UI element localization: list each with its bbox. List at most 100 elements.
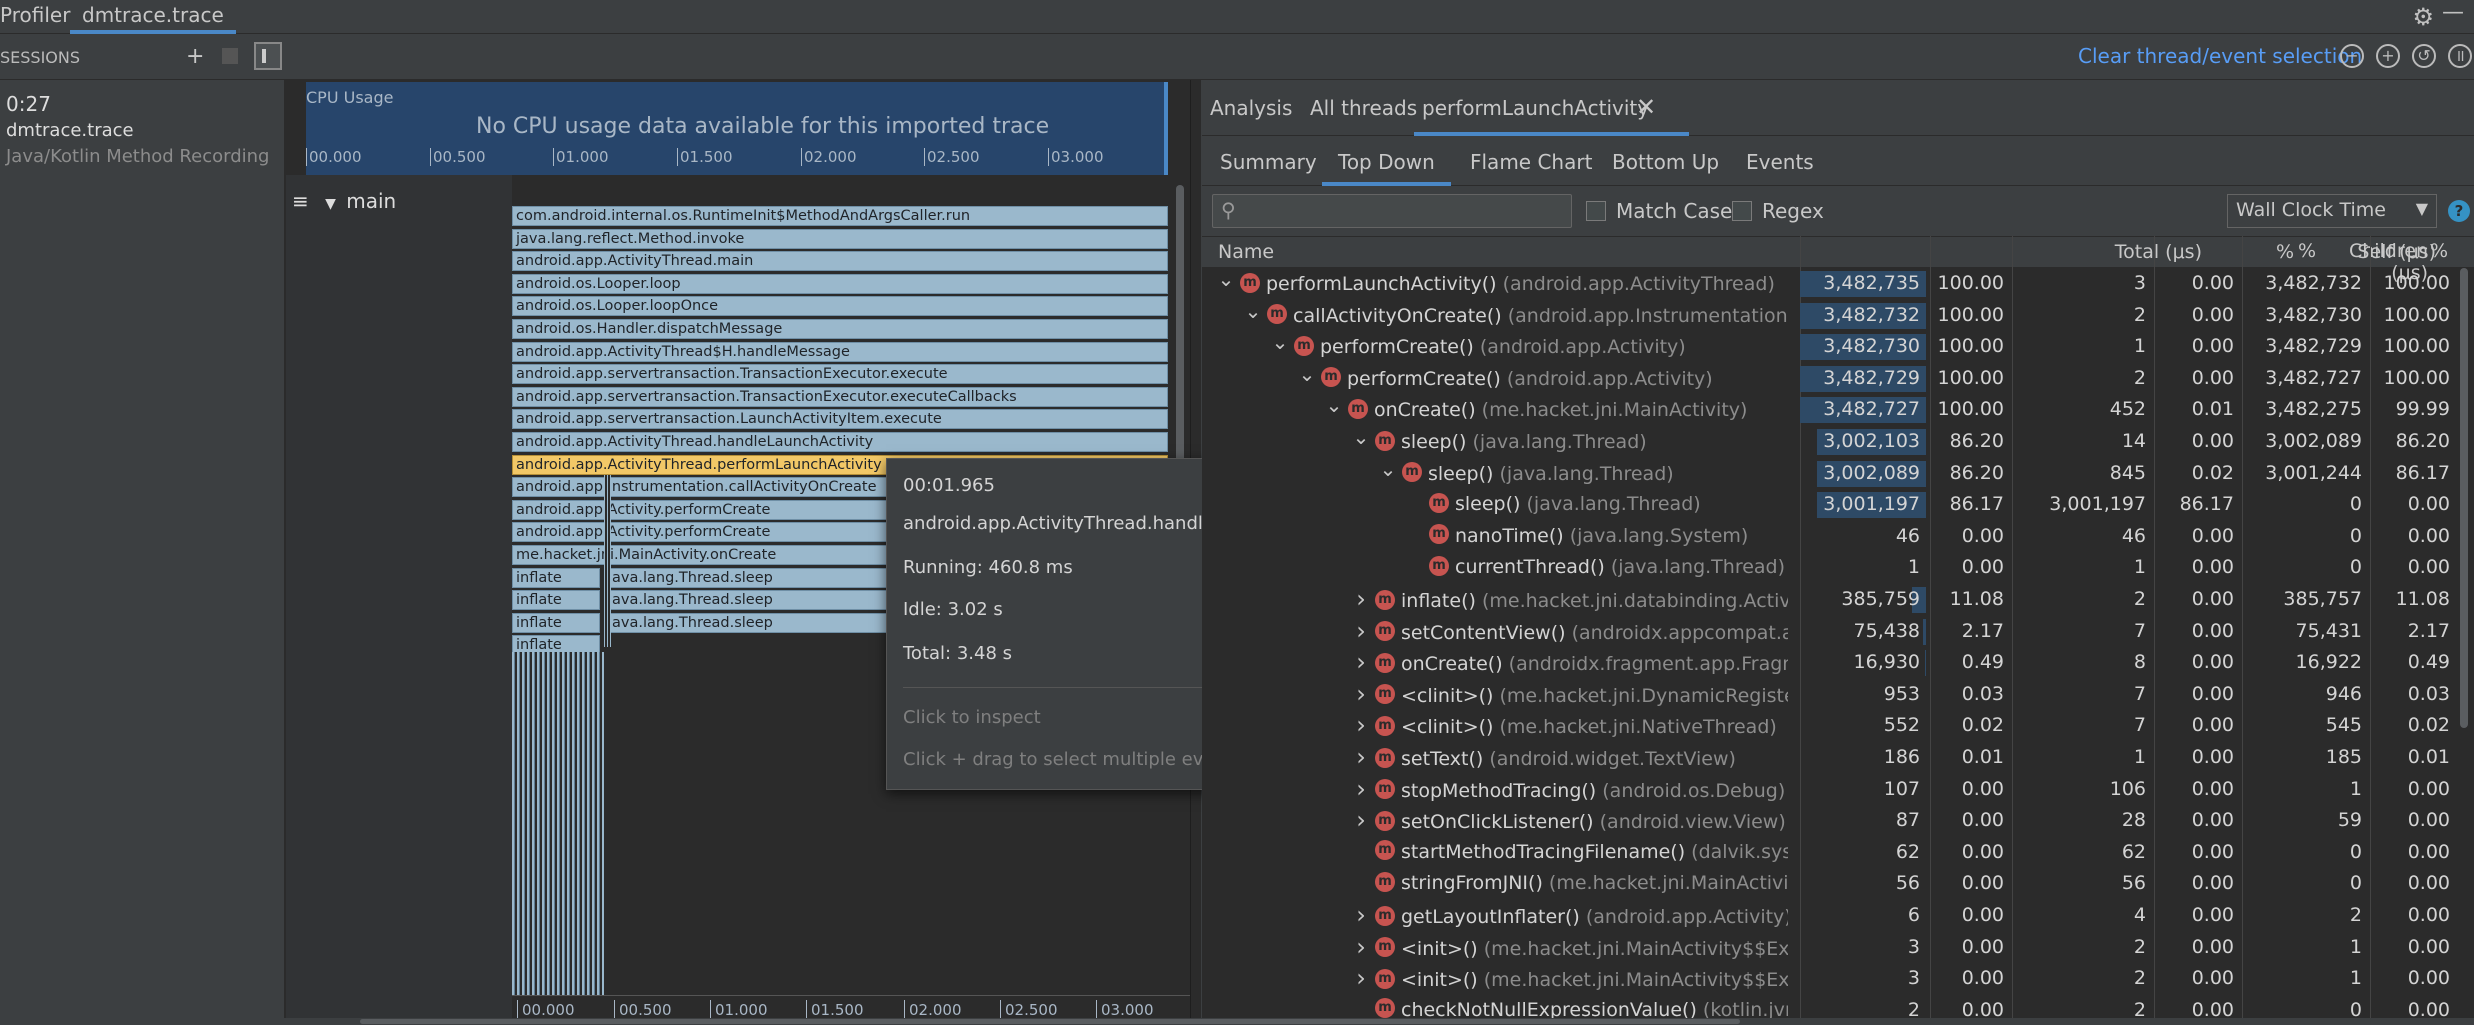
- table-row[interactable]: ⌄ m onCreate() (me.hacket.jni.MainActivity…: [1202, 394, 2454, 426]
- table-row[interactable]: ⌄ m performCreate() (android.app.Activity)…: [1202, 331, 2454, 363]
- tab-bottom-up[interactable]: Bottom Up: [1612, 150, 1719, 174]
- table-row[interactable]: m nanoTime() (java.lang.System) 46 0.00 46 0.…: [1202, 521, 2454, 553]
- clock-type-select[interactable]: Wall Clock Time ▼: [2227, 194, 2437, 228]
- table-row[interactable]: › m setContentView() (androidx.appcompat.a…: [1202, 616, 2454, 648]
- cpu-usage-track[interactable]: CPU Usage No CPU usage data available fo…: [306, 82, 1181, 175]
- zoom-in-icon[interactable]: +: [2376, 44, 2400, 68]
- tab-top-down[interactable]: Top Down: [1322, 136, 1451, 186]
- chevron-down-icon[interactable]: ⌄: [1378, 458, 1398, 486]
- horizontal-scroll-thumb[interactable]: [360, 1019, 1740, 1024]
- table-row[interactable]: › m setText() (android.widget.TextView) 186…: [1202, 742, 2454, 774]
- cell-total: 56: [1895, 872, 1920, 895]
- flame-bar[interactable]: android.app.servertransaction.LaunchActi…: [512, 409, 1168, 430]
- minimize-icon[interactable]: —: [2442, 0, 2464, 25]
- table-row[interactable]: › m setOnClickListener() (android.view.Vie…: [1202, 805, 2454, 837]
- table-row[interactable]: m startMethodTracingFilename() (dalvik.sy…: [1202, 837, 2454, 869]
- tab-dmtrace[interactable]: dmtrace.trace: [70, 0, 236, 34]
- cell-cp: 11.08: [2395, 588, 2450, 610]
- collapse-sessions-icon[interactable]: [254, 42, 282, 70]
- table-row[interactable]: › m <clinit>() (me.hacket.jni.NativeThread…: [1202, 710, 2454, 742]
- chevron-right-icon[interactable]: ›: [1351, 679, 1371, 711]
- flame-bar-inflate[interactable]: inflate: [512, 590, 600, 611]
- close-icon[interactable]: ✕: [1636, 93, 1656, 121]
- table-row[interactable]: ⌄ m callActivityOnCreate() (android.app.In…: [1202, 300, 2454, 332]
- regex-checkbox[interactable]: [1732, 201, 1752, 221]
- tab-all-threads[interactable]: All threads: [1310, 96, 1417, 120]
- add-session-icon[interactable]: +: [186, 44, 204, 69]
- chevron-down-icon[interactable]: ⌄: [1243, 300, 1263, 328]
- chevron-down-icon[interactable]: ▼: [325, 196, 336, 212]
- table-row[interactable]: m stringFromJNI() (me.hacket.jni.MainActi…: [1202, 868, 2454, 900]
- col-self-pct[interactable]: %: [2216, 240, 2316, 262]
- table-row[interactable]: › m <init>() (me.hacket.jni.MainActivity$$…: [1202, 932, 2454, 964]
- zoom-out-icon[interactable]: −: [2340, 44, 2364, 68]
- stop-session-icon[interactable]: [222, 48, 238, 64]
- table-row[interactable]: ⌄ m performLaunchActivity() (android.app.A…: [1202, 268, 2454, 300]
- col-children-pct[interactable]: %: [2408, 240, 2448, 262]
- help-icon[interactable]: ?: [2448, 200, 2470, 222]
- chevron-right-icon[interactable]: ›: [1351, 900, 1371, 932]
- cell-tp: 86.17: [1949, 493, 2004, 516]
- tab-events[interactable]: Events: [1746, 150, 1814, 174]
- session-time: 0:27: [6, 92, 51, 116]
- flame-bar-inflate[interactable]: inflate: [512, 567, 600, 588]
- chevron-right-icon[interactable]: ›: [1351, 710, 1371, 742]
- chevron-right-icon[interactable]: ›: [1351, 963, 1371, 995]
- table-row[interactable]: ⌄ m sleep() (java.lang.Thread) 3,002,089 86.…: [1202, 458, 2454, 490]
- chevron-right-icon[interactable]: ›: [1351, 616, 1371, 648]
- flame-bar[interactable]: android.app.ActivityThread$H.handleMessa…: [512, 341, 1168, 362]
- cell-children: 75,431: [2295, 619, 2362, 642]
- flame-bar[interactable]: android.app.servertransaction.Transactio…: [512, 364, 1168, 385]
- table-row[interactable]: ⌄ m sleep() (java.lang.Thread) 3,002,103 86.…: [1202, 426, 2454, 458]
- flame-bar[interactable]: com.android.internal.os.RuntimeInit$Meth…: [512, 206, 1168, 226]
- tab-profiler[interactable]: Profiler: [0, 0, 70, 34]
- flame-thin-calls[interactable]: [604, 475, 611, 647]
- gear-icon[interactable]: ⚙: [2412, 3, 2434, 31]
- search-input[interactable]: ⚲: [1212, 194, 1572, 228]
- table-row[interactable]: › m <clinit>() (me.hacket.jni.DynamicRegis…: [1202, 679, 2454, 711]
- chevron-down-icon[interactable]: ⌄: [1270, 331, 1290, 359]
- flame-bar[interactable]: android.os.Handler.dispatchMessage: [512, 319, 1168, 339]
- chevron-down-icon[interactable]: ⌄: [1351, 426, 1371, 454]
- hamburger-icon[interactable]: ≡: [292, 189, 309, 213]
- chevron-down-icon[interactable]: ⌄: [1297, 363, 1317, 391]
- chevron-right-icon[interactable]: ›: [1351, 932, 1371, 964]
- table-scroll-thumb[interactable]: [2460, 268, 2468, 728]
- table-row[interactable]: › m stopMethodTracing() (android.os.Debug)…: [1202, 774, 2454, 806]
- tab-summary[interactable]: Summary: [1220, 150, 1317, 174]
- chevron-right-icon[interactable]: ›: [1351, 742, 1371, 774]
- tab-label: performLaunchActivity: [1422, 96, 1650, 120]
- chevron-down-icon[interactable]: ⌄: [1324, 394, 1344, 422]
- table-row[interactable]: m sleep() (java.lang.Thread) 3,001,197 86.1…: [1202, 489, 2454, 521]
- flame-bar[interactable]: android.app.servertransaction.Transactio…: [512, 386, 1168, 407]
- reset-zoom-icon[interactable]: ↺: [2412, 44, 2436, 68]
- cell-self: 7: [2133, 682, 2146, 705]
- table-row[interactable]: › m onCreate() (androidx.fragment.app.Frag…: [1202, 647, 2454, 679]
- chevron-right-icon[interactable]: ›: [1351, 805, 1371, 837]
- clear-selection-link[interactable]: Clear thread/event selection: [2078, 44, 2362, 68]
- flame-dense-calls[interactable]: [512, 652, 604, 996]
- tab-analysis[interactable]: Analysis: [1210, 96, 1292, 120]
- table-row[interactable]: m currentThread() (java.lang.Thread) 1 0.00…: [1202, 552, 2454, 584]
- flame-bar[interactable]: android.os.Looper.loop: [512, 273, 1168, 294]
- table-row[interactable]: ⌄ m performCreate() (android.app.Activity)…: [1202, 363, 2454, 395]
- chevron-right-icon[interactable]: ›: [1351, 584, 1371, 616]
- tab-flame-chart[interactable]: Flame Chart: [1470, 150, 1592, 174]
- horizontal-scrollbar[interactable]: [0, 1018, 2474, 1025]
- chevron-right-icon[interactable]: ›: [1351, 647, 1371, 679]
- table-scrollbar[interactable]: [2456, 268, 2472, 1025]
- pause-icon[interactable]: ॥: [2448, 44, 2472, 68]
- flame-bar[interactable]: java.lang.reflect.Method.invoke: [512, 228, 1168, 249]
- table-row[interactable]: › m inflate() (me.hacket.jni.databinding.A…: [1202, 584, 2454, 616]
- thread-header[interactable]: ≡ ▼ main: [292, 189, 396, 213]
- chevron-right-icon[interactable]: ›: [1351, 774, 1371, 806]
- flame-bar-inflate[interactable]: inflate: [512, 612, 600, 633]
- flame-bar[interactable]: android.os.Looper.loopOnce: [512, 296, 1168, 317]
- table-row[interactable]: › m getLayoutInflater() (android.app.Activ…: [1202, 900, 2454, 932]
- match-case-checkbox[interactable]: [1586, 201, 1606, 221]
- flame-bar[interactable]: android.app.ActivityThread.handleLaunchA…: [512, 432, 1168, 452]
- table-row[interactable]: › m <init>() (me.hacket.jni.MainActivity$$…: [1202, 963, 2454, 995]
- analysis-subtabs: Summary Top Down Flame Chart Bottom Up E…: [1202, 136, 2474, 186]
- flame-bar[interactable]: android.app.ActivityThread.main: [512, 251, 1168, 272]
- chevron-down-icon[interactable]: ⌄: [1216, 268, 1236, 296]
